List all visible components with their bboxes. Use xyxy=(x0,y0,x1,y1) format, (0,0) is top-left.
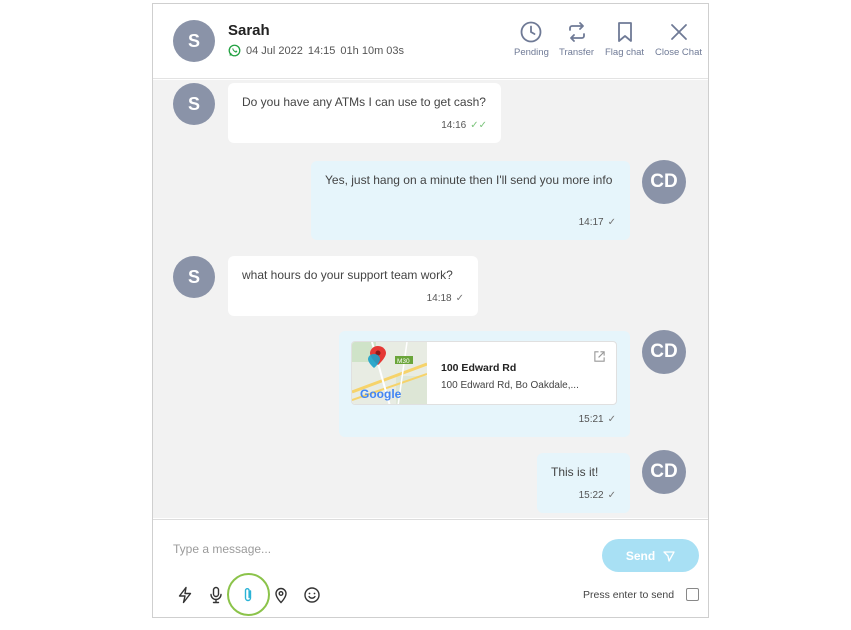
whatsapp-icon xyxy=(228,44,241,57)
location-title: 100 Edward Rd xyxy=(441,362,517,374)
send-location-button[interactable] xyxy=(272,586,290,604)
location-card[interactable]: M30 Google 100 Edward Rd 100 Edward Rd, … xyxy=(351,341,617,405)
location-message-bubble: M30 Google 100 Edward Rd 100 Edward Rd, … xyxy=(339,331,630,437)
agent-avatar: CD xyxy=(642,160,686,204)
message-timestamp: 14:16 xyxy=(441,120,467,131)
emoji-button[interactable] xyxy=(303,586,321,604)
message-text: This is it! xyxy=(551,465,599,479)
attach-button[interactable] xyxy=(239,586,257,604)
message-timestamp: 15:22 xyxy=(578,490,604,501)
message-time: 14:17 ✓ xyxy=(579,214,616,232)
press-enter-checkbox[interactable] xyxy=(686,588,699,601)
contact-name: Sarah xyxy=(228,22,270,39)
flag-chat-label: Flag chat xyxy=(605,47,645,58)
message-timestamp: 14:17 xyxy=(578,217,604,228)
press-enter-label: Press enter to send xyxy=(583,589,675,601)
voice-button[interactable] xyxy=(207,586,225,604)
composer: Send xyxy=(153,519,708,617)
message-avatar: S xyxy=(173,83,215,125)
message-list[interactable]: S Do you have any ATMs I can use to get … xyxy=(153,80,708,518)
message-time: 15:21 ✓ xyxy=(579,411,616,429)
pending-label: Pending xyxy=(514,47,549,58)
map-brand: Google xyxy=(360,387,402,401)
microphone-icon xyxy=(210,586,222,604)
message-input[interactable] xyxy=(173,540,573,558)
message-bubble: what hours do your support team work? 14… xyxy=(228,256,478,316)
chat-start-time: 14:15 xyxy=(307,44,336,57)
message-time: 15:22 ✓ xyxy=(579,487,616,505)
bookmark-icon xyxy=(617,22,632,42)
message-time: 14:18 ✓ xyxy=(427,290,464,308)
map-thumbnail: M30 Google xyxy=(352,342,427,404)
message-bubble: This is it! 15:22 ✓ xyxy=(537,453,630,513)
location-pin-icon xyxy=(275,587,287,604)
clock-icon xyxy=(521,21,542,43)
contact-avatar: S xyxy=(173,20,215,62)
chat-meta: 04 Jul 2022 14:15 01h 10m 03s xyxy=(228,44,404,57)
message-text: what hours do your support team work? xyxy=(242,268,453,282)
message-avatar: S xyxy=(173,256,215,298)
message-timestamp: 15:21 xyxy=(578,414,604,425)
send-label: Send xyxy=(625,548,656,563)
chat-header: S Sarah 04 Jul 2022 14:15 01h 10m 03s Pe… xyxy=(153,4,708,79)
smiley-icon xyxy=(304,587,320,603)
chat-duration: 01h 10m 03s xyxy=(340,44,405,57)
sent-check-icon: ✓ xyxy=(607,217,616,228)
close-chat-button[interactable]: Close Chat xyxy=(655,20,702,58)
paperclip-icon xyxy=(244,588,252,602)
lightning-icon xyxy=(178,586,192,604)
message-text: Do you have any ATMs I can use to get ca… xyxy=(242,95,486,109)
message-time: 14:16 ✓✓ xyxy=(441,117,487,135)
send-icon xyxy=(663,550,675,562)
chat-date: 04 Jul 2022 xyxy=(246,44,303,57)
sent-check-icon: ✓ xyxy=(607,490,616,501)
flag-chat-button[interactable]: Flag chat xyxy=(605,20,644,58)
quick-reply-button[interactable] xyxy=(176,586,194,604)
agent-avatar: CD xyxy=(642,330,686,374)
agent-avatar: CD xyxy=(642,450,686,494)
sent-check-icon: ✓ xyxy=(455,293,464,304)
map-road-label: M30 xyxy=(397,358,410,365)
message-bubble: Yes, just hang on a minute then I'll sen… xyxy=(311,161,630,240)
message-text: Yes, just hang on a minute then I'll sen… xyxy=(325,173,613,187)
sent-check-icon: ✓ xyxy=(607,414,616,425)
external-link-icon[interactable] xyxy=(593,350,606,363)
message-timestamp: 14:18 xyxy=(426,293,452,304)
message-bubble: Do you have any ATMs I can use to get ca… xyxy=(228,83,501,143)
close-icon xyxy=(670,24,687,40)
location-address: 100 Edward Rd, Bo Oakdale,... xyxy=(441,380,579,391)
close-chat-label: Close Chat xyxy=(655,47,702,58)
transfer-icon xyxy=(568,22,585,42)
transfer-label: Transfer xyxy=(559,47,595,58)
chat-panel: S Sarah 04 Jul 2022 14:15 01h 10m 03s Pe… xyxy=(152,3,709,618)
transfer-button[interactable]: Transfer xyxy=(559,20,594,58)
send-button[interactable]: Send xyxy=(602,539,699,572)
read-check-icon: ✓✓ xyxy=(470,120,487,131)
pending-button[interactable]: Pending xyxy=(514,20,549,58)
